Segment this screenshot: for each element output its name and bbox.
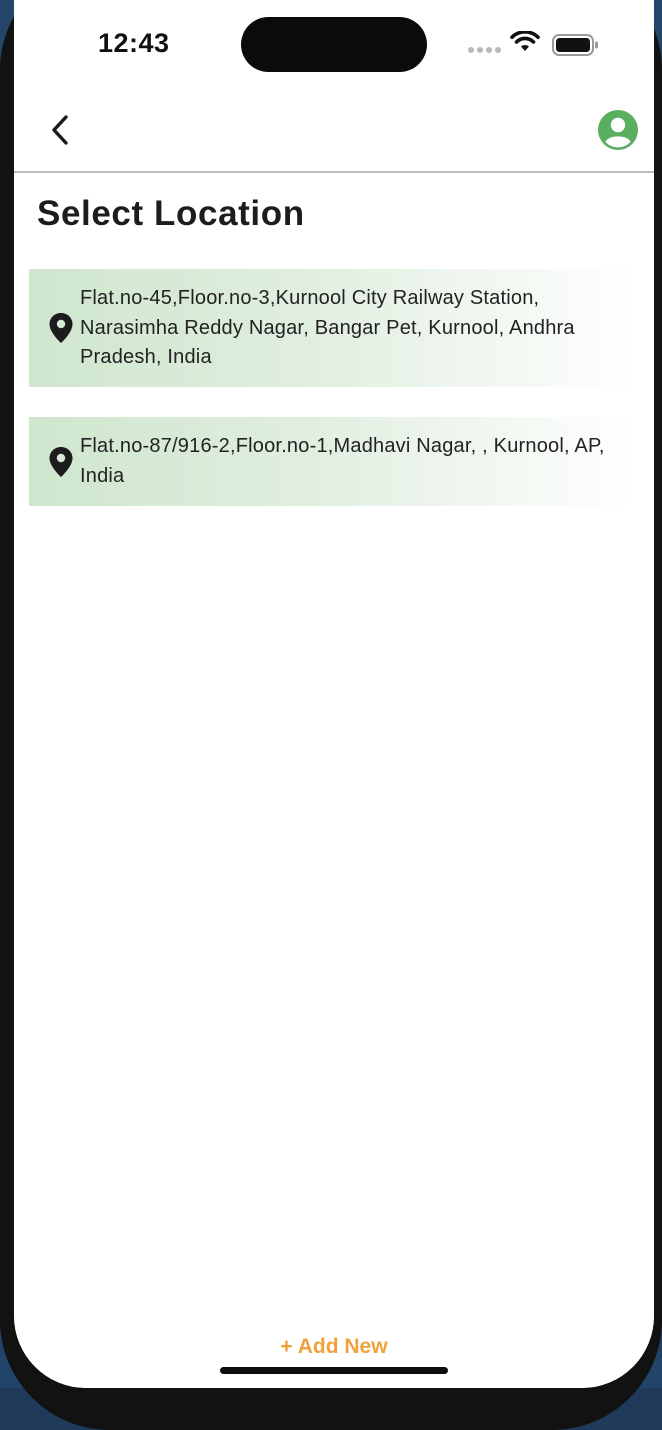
location-address: Flat.no-87/916-2,Floor.no-1,Madhavi Naga… [80, 435, 605, 487]
dynamic-island [241, 17, 427, 72]
battery-icon [552, 34, 598, 56]
location-card[interactable]: Flat.no-87/916-2,Floor.no-1,Madhavi Naga… [29, 417, 638, 506]
status-time: 12:43 [98, 28, 170, 58]
user-avatar-icon[interactable] [598, 110, 638, 150]
location-pin-icon [49, 313, 73, 343]
add-new-button[interactable]: + Add New [14, 1335, 654, 1359]
home-indicator[interactable] [220, 1367, 448, 1374]
header-divider [14, 171, 654, 173]
wifi-icon [510, 31, 540, 51]
location-address: Flat.no-45,Floor.no-3,Kurnool City Railw… [80, 287, 575, 368]
chevron-left-icon [52, 115, 68, 145]
location-pin-icon [49, 447, 73, 477]
phone-screen: 12:43 Select Location Flat.no-45,Floor.n… [14, 0, 654, 1388]
page-title: Select Location [37, 194, 305, 233]
back-button[interactable] [38, 108, 82, 152]
location-card[interactable]: Flat.no-45,Floor.no-3,Kurnool City Railw… [29, 269, 638, 387]
cellular-signal-icon [468, 47, 501, 53]
